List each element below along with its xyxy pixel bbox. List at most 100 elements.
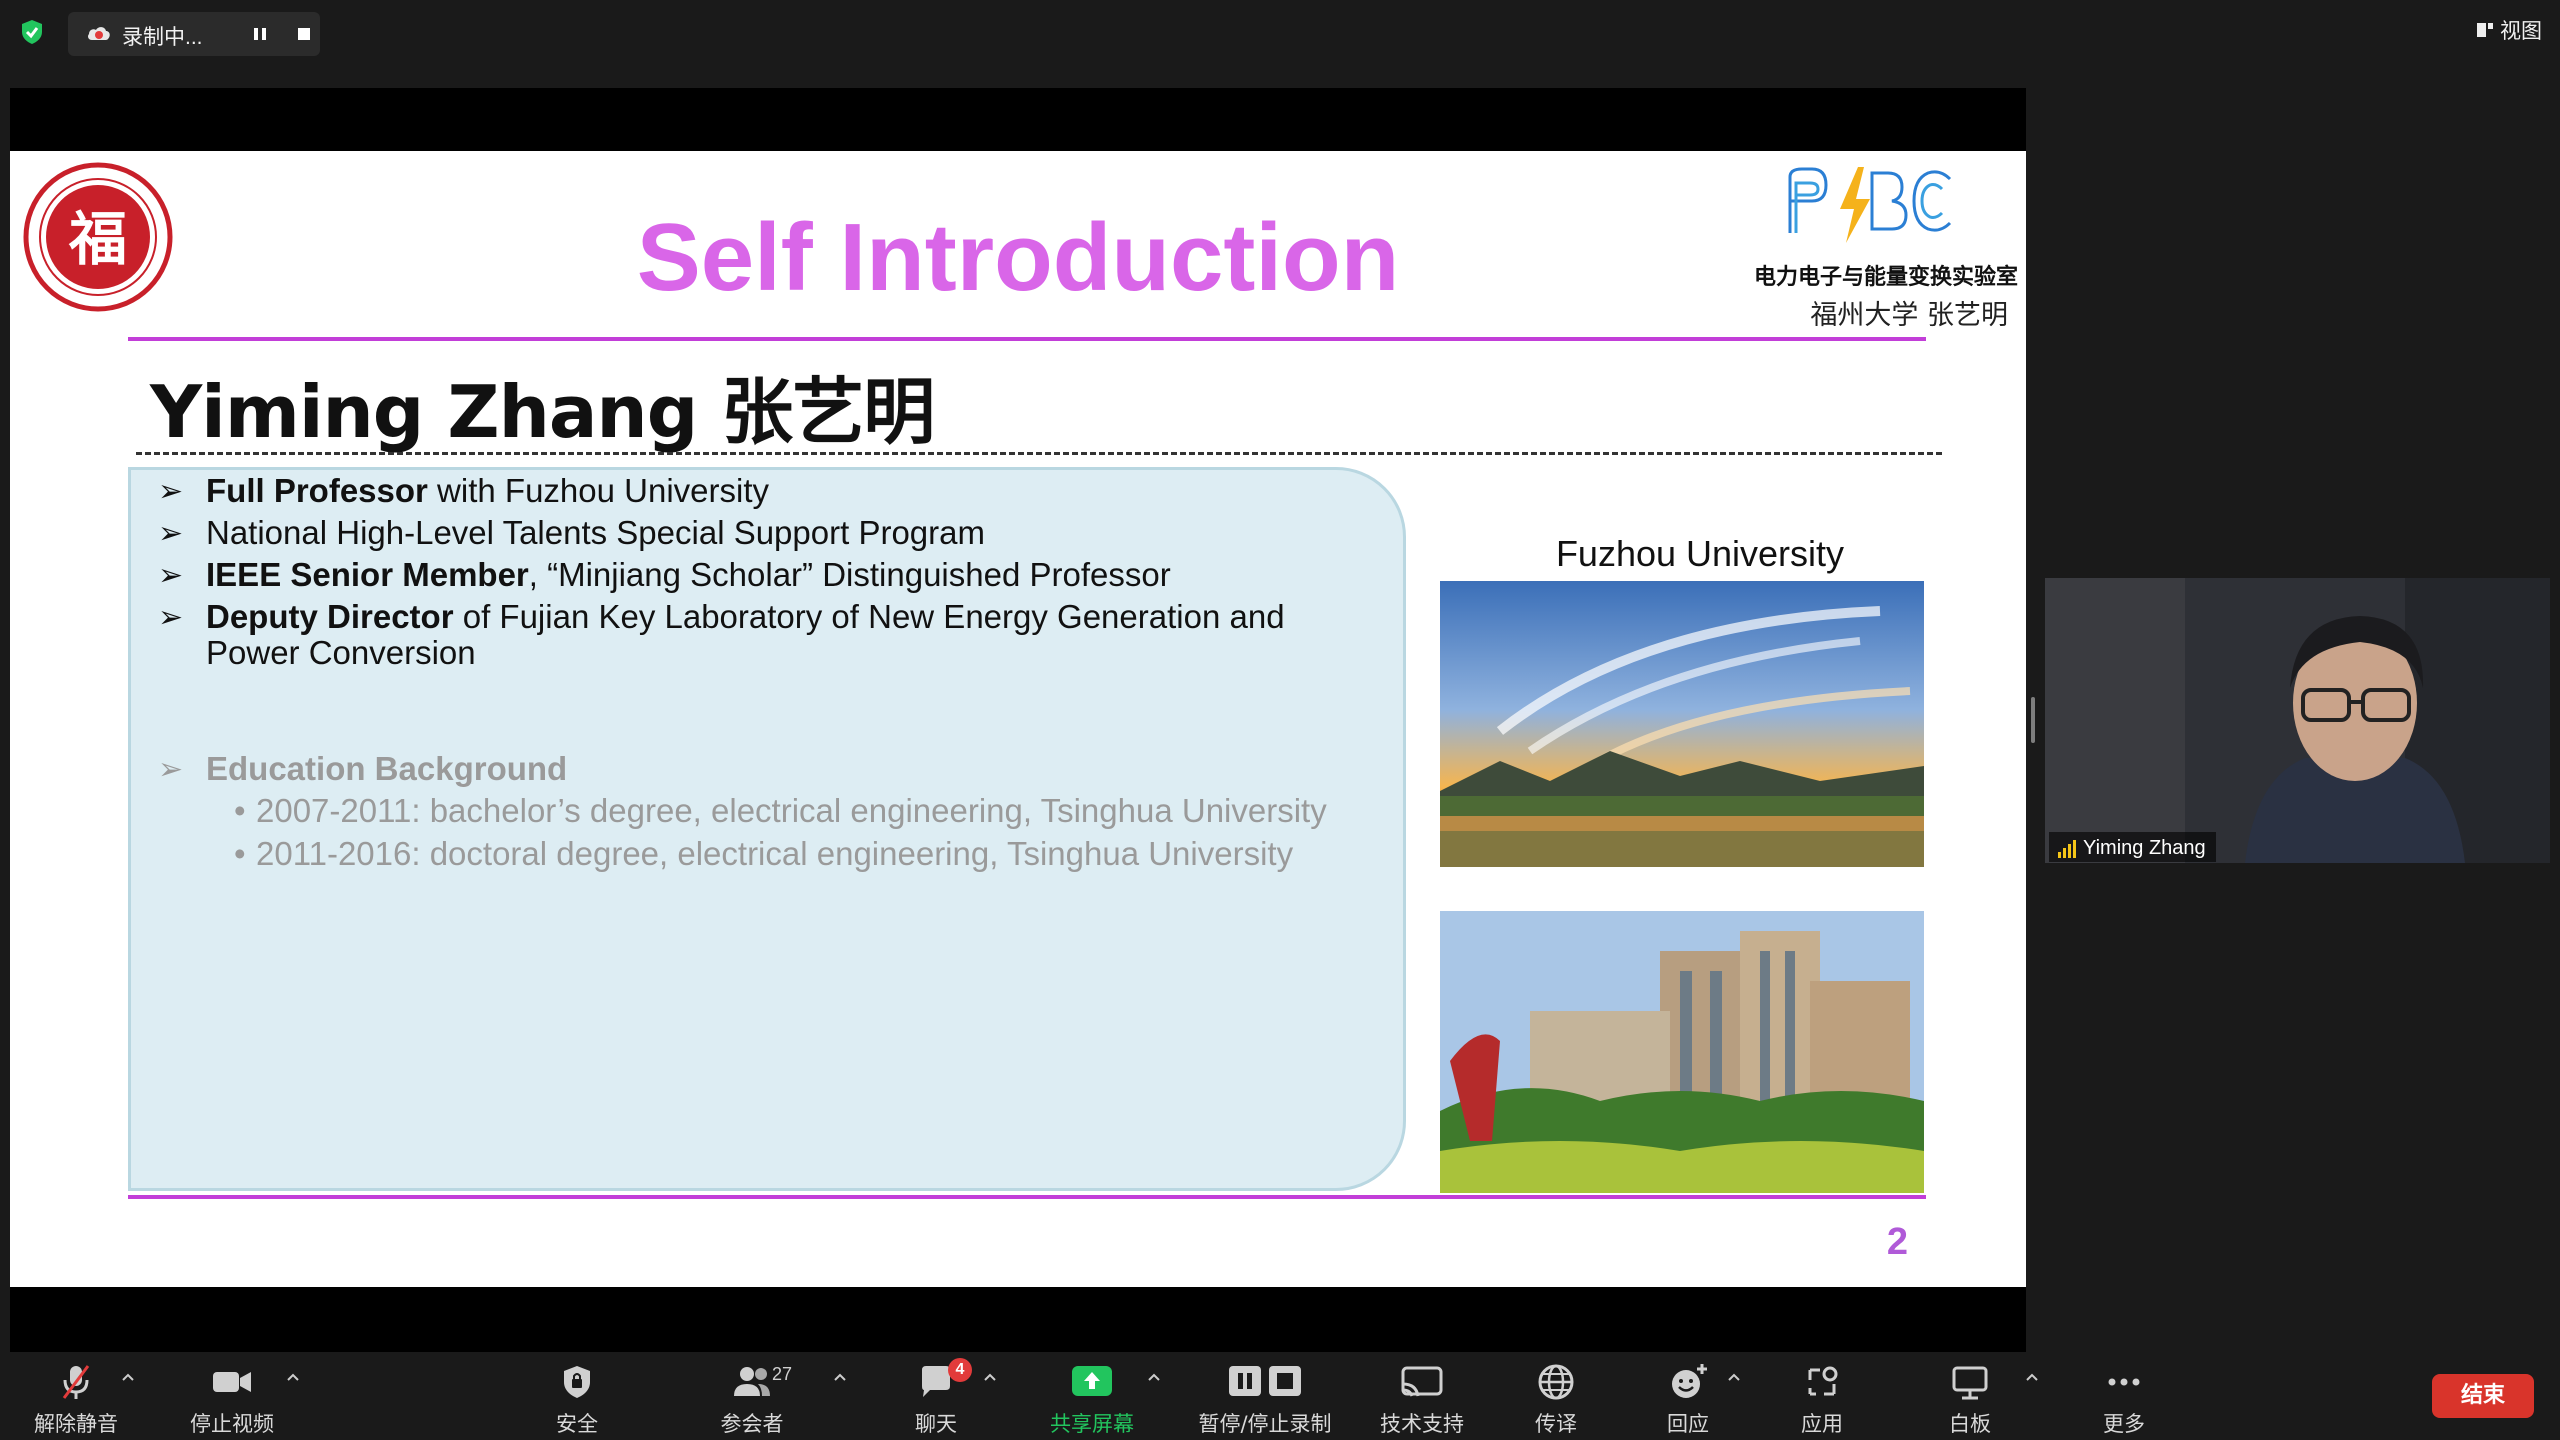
security-label: 安全	[556, 1412, 598, 1436]
bullet-list: ➢ Full Professor with Fuzhou University …	[154, 473, 1374, 879]
university-label: Fuzhou University	[1555, 533, 1845, 574]
participants-label: 参会者	[720, 1412, 784, 1436]
bullet-bold-text: Full Professor	[206, 472, 428, 509]
participant-video-feed	[2045, 578, 2550, 863]
campus-sunset-photo	[1440, 581, 1924, 867]
video-options-caret-icon[interactable]	[285, 1370, 301, 1384]
security-shield-icon[interactable]	[18, 18, 46, 46]
share-screen-label: 共享屏幕	[1050, 1412, 1134, 1436]
bullet-item: ➢ IEEE Senior Member, “Minjiang Scholar”…	[154, 557, 1374, 593]
presentation-slide: 福 Self Introduction 电力电子与能量变换实验室 福州大学 张艺…	[10, 151, 2026, 1287]
education-item: • 2007-2011: bachelor’s degree, electric…	[154, 793, 1374, 829]
dashed-divider	[136, 452, 1942, 455]
participant-name-tag: Yiming Zhang	[2049, 832, 2216, 862]
share-options-caret-icon[interactable]	[1146, 1370, 1162, 1384]
dot-bullet-icon: •	[234, 792, 246, 829]
person-name: Yiming Zhang 张艺明	[150, 370, 935, 454]
bullet-item: ➢ Full Professor with Fuzhou University	[154, 473, 1374, 509]
stop-video-label: 停止视频	[190, 1412, 274, 1436]
reactions-caret-icon[interactable]	[1726, 1370, 1742, 1384]
more-button[interactable]: 更多	[2054, 1362, 2194, 1436]
bullet-text: with Fuzhou University	[427, 472, 770, 509]
pause-stop-recording-label: 暂停/停止录制	[1198, 1412, 1332, 1436]
bullet-bold-text: IEEE Senior Member	[206, 556, 529, 593]
footer-divider	[128, 1195, 1926, 1199]
chat-label: 聊天	[915, 1412, 957, 1436]
chat-caret-icon[interactable]	[982, 1370, 998, 1384]
cloud-record-icon	[88, 27, 110, 40]
bullet-item: ➢ National High-Level Talents Special Su…	[154, 515, 1374, 551]
bullet-text: National High-Level Talents Special Supp…	[206, 514, 985, 551]
tech-support-icon	[1401, 1366, 1443, 1397]
whiteboard-icon	[1952, 1366, 1988, 1400]
view-button[interactable]: 视图	[2476, 14, 2542, 46]
arrow-bullet-icon: ➢	[158, 517, 184, 550]
arrow-bullet-icon: ➢	[158, 601, 184, 634]
pause-stop-record-icon	[1229, 1366, 1301, 1396]
bullet-bold-text: Deputy Director	[206, 598, 454, 635]
apps-label: 应用	[1801, 1412, 1843, 1436]
recording-indicator: 录制中...	[68, 12, 320, 56]
apps-button[interactable]: 应用	[1752, 1362, 1892, 1436]
muted-mic-icon	[62, 1365, 90, 1399]
page-number: 2	[1886, 1221, 1908, 1263]
arrow-bullet-icon: ➢	[158, 559, 184, 592]
education-heading-text: Education Background	[206, 750, 568, 787]
unmute-label: 解除静音	[34, 1412, 118, 1436]
campus-building-photo	[1440, 911, 1924, 1193]
bullet-item: ➢ Deputy Director of Fujian Key Laborato…	[154, 599, 1374, 671]
video-camera-icon	[213, 1372, 251, 1392]
arrow-bullet-icon: ➢	[158, 753, 184, 786]
arrow-bullet-icon: ➢	[158, 475, 184, 508]
whiteboard-caret-icon[interactable]	[2024, 1370, 2040, 1384]
tech-support-button[interactable]: 技术支持	[1352, 1362, 1492, 1436]
more-dots-icon	[2108, 1378, 2140, 1386]
participants-button[interactable]: 27 参会者	[682, 1362, 822, 1436]
whiteboard-button[interactable]: 白板	[1900, 1362, 2040, 1436]
education-item: • 2011-2016: doctoral degree, electrical…	[154, 836, 1374, 872]
view-label: 视图	[2500, 20, 2542, 43]
participants-count: 27	[772, 1364, 793, 1384]
slide-title: Self Introduction	[636, 204, 1400, 311]
education-text: 2011-2016: doctoral degree, electrical e…	[256, 835, 1294, 872]
participants-caret-icon[interactable]	[832, 1370, 848, 1384]
reactions-label: 回应	[1667, 1412, 1709, 1436]
more-label: 更多	[2103, 1412, 2145, 1436]
apps-icon	[1808, 1366, 1838, 1396]
security-shield-outline-icon	[564, 1366, 590, 1398]
signal-strength-icon	[2058, 839, 2076, 858]
pause-recording-icon[interactable]	[246, 20, 274, 48]
share-screen-button[interactable]: 共享屏幕	[1022, 1362, 1162, 1436]
interpretation-button[interactable]: 传译	[1486, 1362, 1626, 1436]
top-bar: 录制中... 视图	[0, 0, 2560, 62]
interpretation-label: 传译	[1535, 1412, 1577, 1436]
view-icon	[2477, 23, 2493, 37]
audio-options-caret-icon[interactable]	[120, 1370, 136, 1384]
education-heading: ➢ Education Background	[154, 751, 1374, 787]
title-divider	[128, 337, 1926, 341]
chat-unread-badge: 4	[948, 1358, 972, 1382]
pebc-lab-logo	[1788, 167, 1952, 243]
education-text: 2007-2011: bachelor’s degree, electrical…	[256, 792, 1327, 829]
panel-resize-handle[interactable]	[2031, 697, 2035, 743]
dot-bullet-icon: •	[234, 835, 246, 872]
meeting-toolbar: 解除静音 停止视频 安全 27 参会者 4 聊天 共享屏幕 暂停/停止录制 技术…	[0, 1352, 2560, 1440]
reaction-emoji-icon	[1672, 1364, 1707, 1398]
share-screen-icon	[1072, 1366, 1112, 1396]
security-button[interactable]: 安全	[507, 1362, 647, 1436]
tech-support-label: 技术支持	[1380, 1412, 1464, 1436]
recording-label: 录制中...	[122, 26, 203, 49]
shared-screen: 福 Self Introduction 电力电子与能量变换实验室 福州大学 张艺…	[10, 88, 2026, 1352]
stop-video-button[interactable]: 停止视频	[162, 1362, 302, 1436]
stop-recording-icon[interactable]	[290, 20, 318, 48]
participant-name: Yiming Zhang	[2083, 837, 2206, 859]
end-meeting-button[interactable]: 结束	[2432, 1374, 2534, 1418]
participant-video[interactable]	[2045, 578, 2550, 863]
globe-icon	[1538, 1364, 1574, 1400]
whiteboard-label: 白板	[1949, 1412, 1991, 1436]
lab-name: 电力电子与能量变换实验室	[1753, 265, 2018, 290]
participants-icon	[734, 1367, 770, 1396]
pause-stop-recording-button[interactable]: 暂停/停止录制	[1194, 1362, 1336, 1436]
bullet-text: , “Minjiang Scholar” Distinguished Profe…	[528, 556, 1171, 593]
author-name-cn: 福州大学 张艺明	[1810, 300, 2008, 331]
